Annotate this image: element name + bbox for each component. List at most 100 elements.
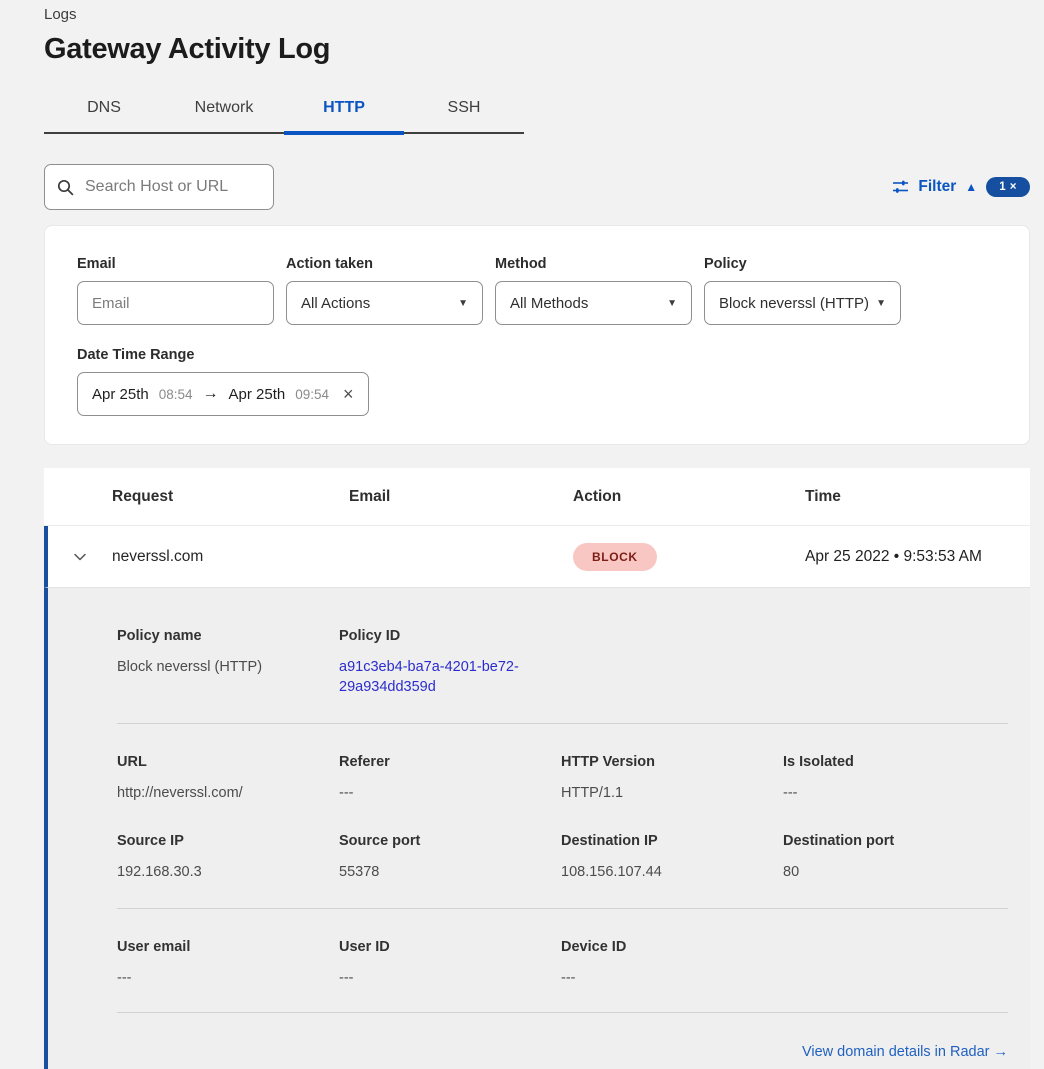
source-port-cell: Source port 55378: [339, 833, 561, 882]
user-email-value: ---: [117, 968, 315, 988]
http-detail-section: URL http://neverssl.com/ Referer --- HTT…: [117, 724, 1008, 803]
is-isolated-cell: Is Isolated ---: [783, 754, 1005, 803]
search-input[interactable]: [83, 177, 261, 197]
date-range-field-group: Date Time Range Apr 25th 08:54 → Apr 25t…: [77, 347, 997, 416]
policy-id-label: Policy ID: [339, 628, 537, 644]
policy-name-label: Policy name: [117, 628, 315, 644]
filter-controls: Filter ▲ 1 ×: [892, 177, 1030, 197]
policy-label: Policy: [704, 256, 901, 273]
table-header-row: Request Email Action Time: [44, 468, 1030, 526]
filter-collapse-icon[interactable]: ▲: [965, 181, 977, 193]
source-port-label: Source port: [339, 833, 537, 849]
date-range-label: Date Time Range: [77, 347, 997, 364]
email-filter-label: Email: [77, 256, 274, 273]
user-id-cell: User ID ---: [339, 939, 561, 988]
referer-label: Referer: [339, 754, 537, 770]
row-detail-panel: Policy name Block neverssl (HTTP) Policy…: [44, 588, 1030, 1069]
filter-panel: Email Action taken All Actions ▼ Method …: [44, 225, 1030, 445]
referer-value: ---: [339, 783, 537, 803]
date-range-end-time: 09:54: [295, 387, 329, 402]
is-isolated-label: Is Isolated: [783, 754, 981, 770]
table-column-header-email: Email: [349, 488, 573, 506]
activity-log-table: Request Email Action Time neverssl.com B…: [44, 468, 1030, 1069]
user-id-label: User ID: [339, 939, 537, 955]
device-id-value: ---: [561, 968, 759, 988]
url-cell: URL http://neverssl.com/: [117, 754, 339, 803]
chevron-down-icon: ▼: [667, 298, 677, 309]
arrow-right-icon: →: [994, 1044, 1009, 1060]
action-cell: BLOCK: [573, 543, 805, 571]
policy-field: Policy Block neverssl (HTTP) ▼: [704, 256, 901, 325]
filter-icon: [892, 179, 909, 195]
policy-select[interactable]: Block neverssl (HTTP) ▼: [704, 281, 901, 325]
source-ip-value: 192.168.30.3: [117, 862, 315, 882]
source-ip-label: Source IP: [117, 833, 315, 849]
policy-id-link[interactable]: a91c3eb4-ba7a-4201-be72-29a934dd359d: [339, 657, 531, 697]
radar-link[interactable]: View domain details in Radar →: [802, 1044, 1008, 1060]
user-email-label: User email: [117, 939, 315, 955]
arrow-right-icon: →: [203, 385, 219, 403]
method-label: Method: [495, 256, 692, 273]
method-field: Method All Methods ▼: [495, 256, 692, 325]
action-taken-select[interactable]: All Actions ▼: [286, 281, 483, 325]
tab-dns[interactable]: DNS: [44, 86, 164, 132]
log-table-row[interactable]: neverssl.com BLOCK Apr 25 2022 • 9:53:53…: [44, 526, 1030, 588]
block-status-badge: BLOCK: [573, 543, 657, 571]
method-value: All Methods: [510, 295, 588, 312]
destination-ip-cell: Destination IP 108.156.107.44: [561, 833, 783, 882]
filter-count-badge[interactable]: 1 ×: [986, 177, 1030, 197]
url-value: http://neverssl.com/: [117, 783, 315, 803]
destination-ip-value: 108.156.107.44: [561, 862, 759, 882]
request-cell: neverssl.com: [112, 548, 349, 566]
source-port-value: 55378: [339, 862, 537, 882]
filter-button[interactable]: Filter: [918, 178, 956, 196]
tab-http[interactable]: HTTP: [284, 86, 404, 132]
policy-section: Policy name Block neverssl (HTTP) Policy…: [117, 588, 1008, 723]
clear-date-range-icon[interactable]: ×: [343, 385, 354, 403]
policy-name-value: Block neverssl (HTTP): [117, 657, 315, 677]
table-column-header-action: Action: [573, 488, 805, 506]
is-isolated-value: ---: [783, 783, 981, 803]
http-version-value: HTTP/1.1: [561, 783, 759, 803]
table-column-header-request: Request: [112, 488, 349, 506]
device-id-cell: Device ID ---: [561, 939, 783, 988]
search-icon: [57, 179, 74, 196]
referer-cell: Referer ---: [339, 754, 561, 803]
destination-port-cell: Destination port 80: [783, 833, 1005, 882]
url-label: URL: [117, 754, 315, 770]
destination-ip-label: Destination IP: [561, 833, 759, 849]
breadcrumb: Logs: [44, 6, 1030, 24]
log-type-tabs: DNS Network HTTP SSH: [44, 86, 524, 134]
chevron-down-icon: ▼: [876, 298, 886, 309]
table-column-header-time: Time: [805, 488, 1030, 506]
date-range-start-time: 08:54: [159, 387, 193, 402]
date-range-field[interactable]: Apr 25th 08:54 → Apr 25th 09:54 ×: [77, 372, 369, 416]
tab-ssh[interactable]: SSH: [404, 86, 524, 132]
search-filter-bar: Filter ▲ 1 ×: [44, 164, 1030, 210]
time-cell: Apr 25 2022 • 9:53:53 AM: [805, 548, 1030, 566]
http-version-label: HTTP Version: [561, 754, 759, 770]
row-expand-toggle[interactable]: [48, 549, 112, 565]
chevron-down-icon: [72, 549, 88, 565]
email-filter-input[interactable]: [77, 281, 274, 325]
page-title: Gateway Activity Log: [44, 32, 1030, 66]
chevron-down-icon: ▼: [458, 298, 468, 309]
tab-network[interactable]: Network: [164, 86, 284, 132]
policy-id-cell: Policy ID a91c3eb4-ba7a-4201-be72-29a934…: [339, 628, 561, 697]
user-email-cell: User email ---: [117, 939, 339, 988]
method-select[interactable]: All Methods ▼: [495, 281, 692, 325]
action-taken-value: All Actions: [301, 295, 370, 312]
network-detail-section: Source IP 192.168.30.3 Source port 55378…: [117, 803, 1008, 908]
source-ip-cell: Source IP 192.168.30.3: [117, 833, 339, 882]
destination-port-value: 80: [783, 862, 981, 882]
date-range-end-date: Apr 25th: [229, 386, 286, 403]
policy-value: Block neverssl (HTTP): [719, 295, 869, 312]
user-detail-section: User email --- User ID --- Device ID ---: [117, 909, 1008, 1012]
date-range-start-date: Apr 25th: [92, 386, 149, 403]
search-box[interactable]: [44, 164, 274, 210]
action-taken-field: Action taken All Actions ▼: [286, 256, 483, 325]
action-taken-label: Action taken: [286, 256, 483, 273]
destination-port-label: Destination port: [783, 833, 981, 849]
email-filter-field: Email: [77, 256, 274, 325]
device-id-label: Device ID: [561, 939, 759, 955]
